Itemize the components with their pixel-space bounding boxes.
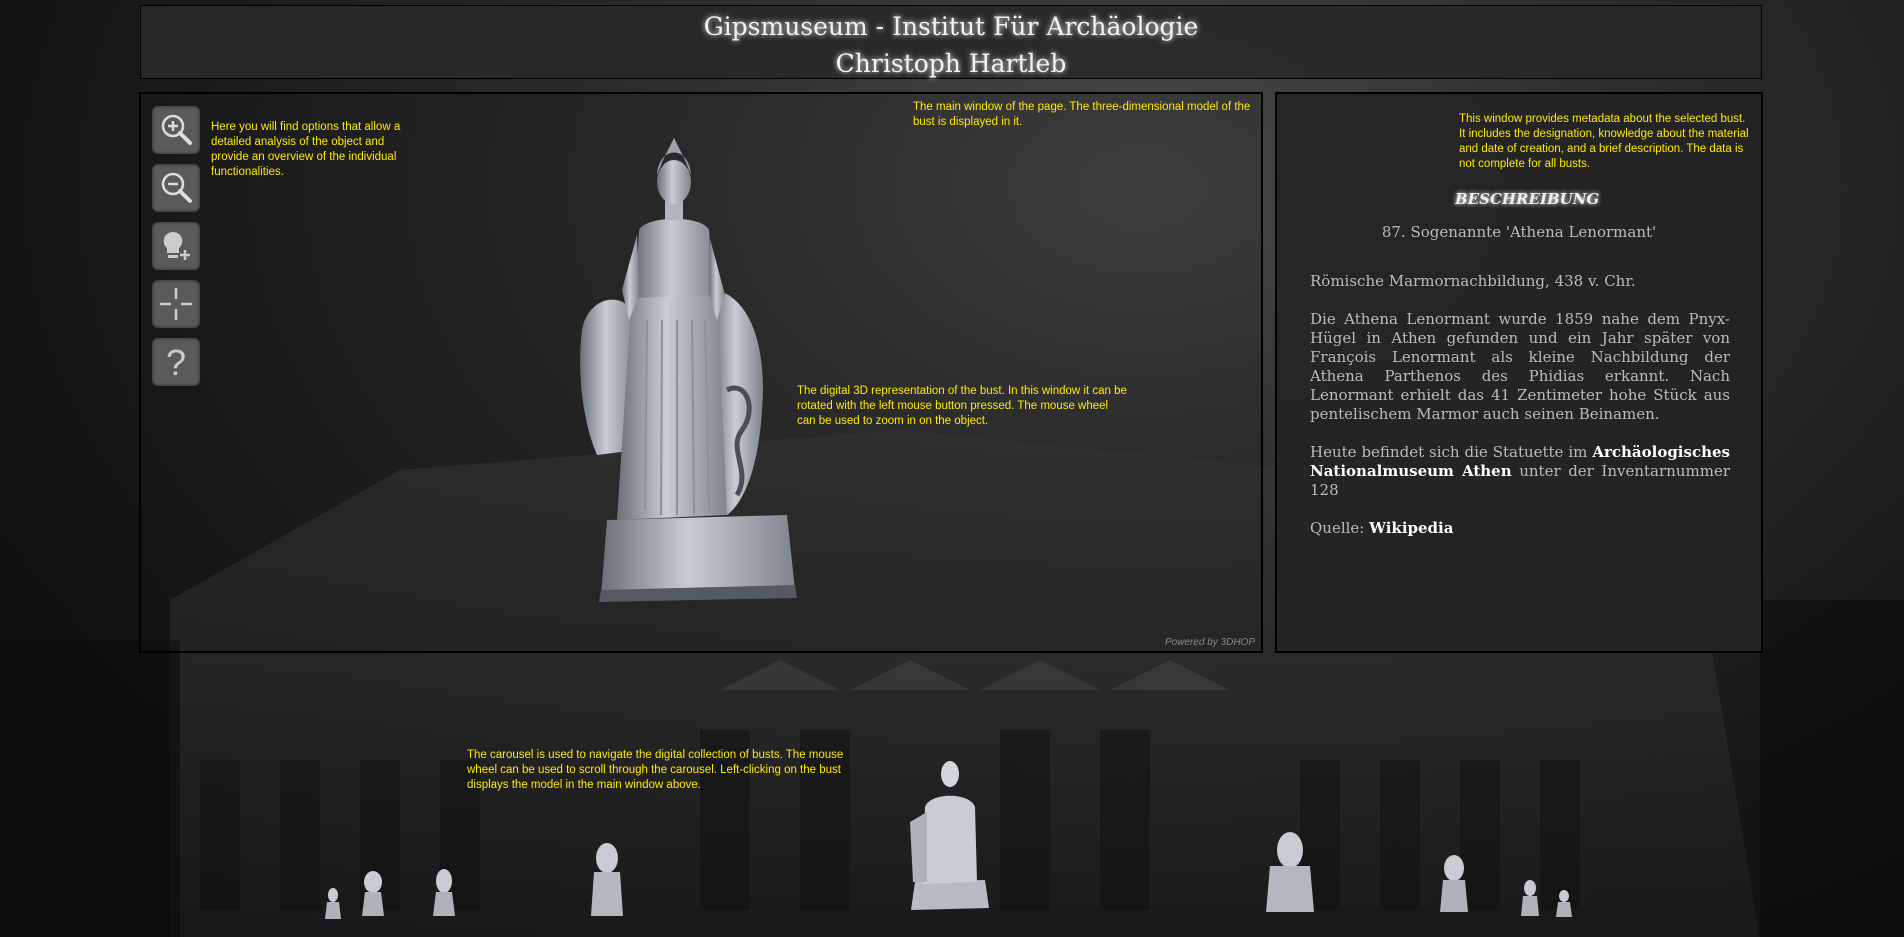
help-icon: ?	[166, 342, 186, 382]
zoom-in-icon	[161, 114, 192, 145]
carousel-bust-item[interactable]	[430, 866, 458, 918]
carousel-bust-item[interactable]	[585, 840, 629, 918]
carousel-bust-item[interactable]	[1262, 830, 1318, 914]
carousel-bust-item[interactable]	[358, 868, 388, 918]
athena-statue-model[interactable]	[577, 120, 817, 610]
main-window-note: The main window of the page. The three-d…	[913, 101, 1251, 128]
description-text: Die Athena Lenormant wurde 1859 nahe dem…	[1310, 310, 1730, 423]
help-button[interactable]: ?	[152, 338, 200, 386]
location-text: Heute befindet sich die Statuette im Arc…	[1310, 443, 1730, 499]
zoom-out-button[interactable]	[152, 164, 200, 212]
zoom-in-button[interactable]	[152, 106, 200, 154]
metadata-panel: This window provides metadata about the …	[1275, 92, 1763, 653]
metadata-note: This window provides metadata about the …	[1459, 113, 1749, 170]
carousel-bust-item[interactable]	[1554, 888, 1574, 918]
carousel-bust-item[interactable]	[1519, 878, 1541, 918]
bust-designation: 87. Sogenannte 'Athena Lenormant'	[1381, 223, 1657, 241]
model-viewer[interactable]: ? Here you will find options that allow …	[139, 92, 1263, 653]
carousel-note: The carousel is used to navigate the dig…	[467, 749, 844, 791]
center-icon	[160, 288, 192, 320]
bust-carousel[interactable]: The carousel is used to navigate the dig…	[0, 700, 1904, 937]
source-text: Quelle: Wikipedia	[1310, 519, 1454, 537]
material-date: Römische Marmornachbildung, 438 v. Chr.	[1310, 272, 1636, 290]
page-header: Gipsmuseum - Institut Für Archäologie Ch…	[140, 5, 1762, 79]
carousel-bust-item[interactable]	[322, 886, 344, 920]
light-button[interactable]	[152, 222, 200, 270]
svg-text:?: ?	[166, 342, 186, 382]
powered-by-label: Powered by 3DHOP	[1164, 637, 1255, 648]
carousel-bust-item-selected[interactable]	[905, 752, 995, 910]
description-heading: BESCHREIBUNG	[1455, 190, 1600, 208]
zoom-out-icon	[161, 172, 192, 203]
page-title: Gipsmuseum - Institut Für Archäologie	[703, 12, 1199, 41]
model-note: The digital 3D representation of the bus…	[797, 385, 1127, 427]
tools-note: Here you will find options that allow a …	[211, 121, 401, 178]
page-subtitle: Christoph Hartleb	[835, 49, 1067, 78]
center-button[interactable]	[152, 280, 200, 328]
carousel-bust-item[interactable]	[1436, 852, 1472, 914]
wikipedia-link[interactable]: Wikipedia	[1369, 519, 1453, 537]
description-body: Römische Marmornachbildung, 438 v. Chr. …	[1310, 272, 1730, 557]
light-icon	[163, 231, 190, 260]
